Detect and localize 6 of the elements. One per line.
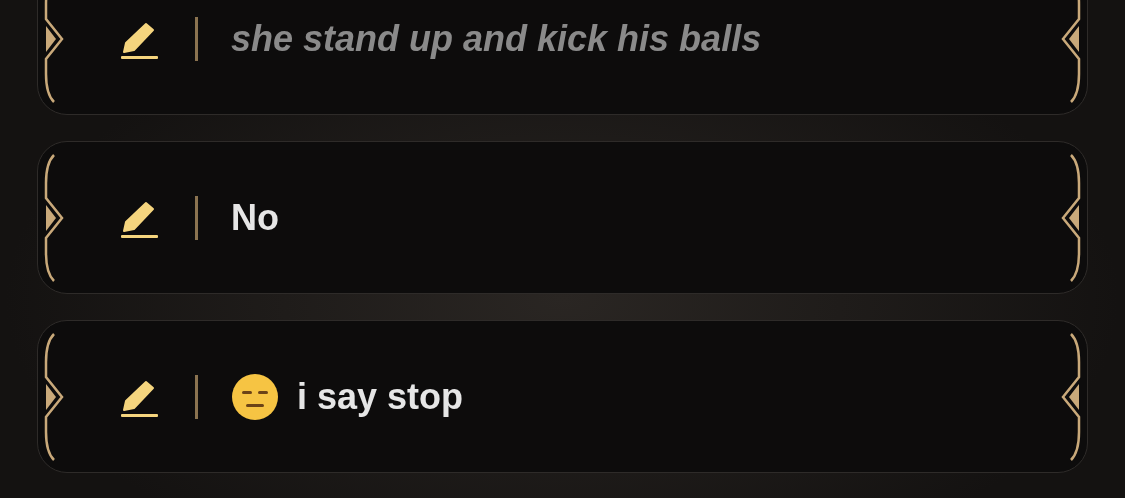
option-text: she stand up and kick his balls (231, 17, 762, 60)
option-text: No (231, 196, 279, 239)
option-text: i say stop (297, 375, 464, 418)
reply-option[interactable]: i say stop (37, 320, 1088, 473)
reply-option[interactable]: No (37, 141, 1088, 294)
reply-option[interactable]: she stand up and kick his balls (37, 0, 1088, 115)
